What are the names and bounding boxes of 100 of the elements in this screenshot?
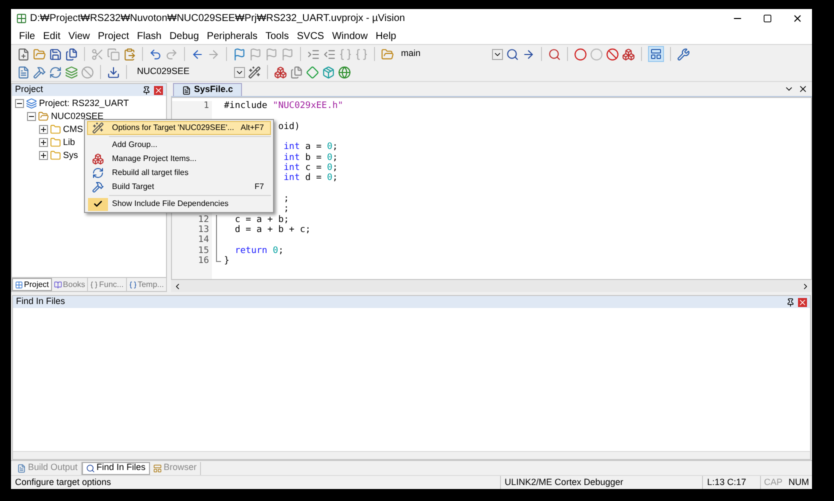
caps-indicator: CAP bbox=[760, 476, 786, 490]
code-line: d = a + b + c; bbox=[234, 225, 311, 236]
build-icon bbox=[92, 181, 104, 193]
pin-icon[interactable] bbox=[786, 298, 795, 306]
zoom-icon[interactable] bbox=[548, 48, 561, 60]
code-line: int c = 0; bbox=[284, 163, 338, 174]
close-icon[interactable] bbox=[798, 84, 808, 94]
blocks-icon[interactable] bbox=[274, 66, 287, 78]
find-combo[interactable]: main bbox=[397, 46, 489, 62]
code-line: #include "NUC029xEE.h" bbox=[224, 101, 344, 111]
folder-icon bbox=[50, 137, 61, 148]
code-line: c = a + b; bbox=[234, 214, 290, 225]
menu-item[interactable]: File bbox=[15, 28, 40, 44]
tree-item[interactable]: CMS bbox=[63, 122, 83, 136]
menu-item[interactable]: Edit bbox=[39, 28, 64, 44]
menu-item[interactable]: Tools bbox=[262, 28, 293, 44]
rebuild-icon[interactable] bbox=[49, 66, 62, 78]
braces-icon bbox=[128, 280, 137, 288]
output-icon bbox=[17, 464, 26, 472]
indent-icon[interactable] bbox=[307, 48, 320, 60]
check-icon bbox=[93, 199, 103, 209]
tree-item[interactable]: NUC029SEE bbox=[51, 110, 104, 124]
code-line: int a = 0; bbox=[284, 142, 338, 152]
incremental-find-icon[interactable] bbox=[522, 48, 535, 60]
window-title: D:₩Project₩RS232₩Nuvoton₩NUC029SEE₩Prj₩RS232_UART.uvprojx - µVision bbox=[30, 12, 405, 26]
settings-icon[interactable] bbox=[677, 48, 690, 60]
paste-icon[interactable] bbox=[123, 48, 136, 60]
project-icon bbox=[15, 280, 23, 288]
collapse-toggle[interactable] bbox=[15, 99, 24, 108]
expand-toggle[interactable] bbox=[39, 151, 48, 160]
blocks-icon[interactable] bbox=[622, 48, 635, 60]
panel-tab[interactable]: Temp... bbox=[126, 278, 167, 291]
bookmark-icon[interactable] bbox=[233, 48, 246, 60]
menu-item[interactable]: View bbox=[64, 28, 94, 44]
menu-item[interactable]: SVCS bbox=[292, 28, 328, 44]
line-number: 1 bbox=[204, 101, 209, 111]
menu-item[interactable]: Window bbox=[328, 28, 372, 44]
panel-tab[interactable]: Project bbox=[12, 278, 52, 291]
globe-icon[interactable] bbox=[338, 66, 351, 78]
batch-build-icon[interactable] bbox=[65, 66, 78, 78]
tree-item[interactable]: Lib bbox=[63, 136, 76, 150]
back-icon[interactable] bbox=[191, 48, 204, 60]
breakpoint-icon[interactable] bbox=[574, 48, 587, 60]
code-line: return 0; bbox=[234, 246, 284, 256]
pin-icon[interactable] bbox=[142, 86, 151, 94]
editor-tab[interactable]: SysFile.c bbox=[173, 83, 242, 96]
context-menu-item[interactable]: Options for Target 'NUC029SEE'... Alt+F7 bbox=[87, 121, 271, 135]
save-all-icon[interactable] bbox=[65, 48, 78, 60]
code-line: ; bbox=[284, 194, 290, 204]
tree-item[interactable]: Project: RS232_UART bbox=[39, 96, 129, 110]
status-debugger: ULINK2/ME Cortex Debugger bbox=[500, 476, 702, 490]
project-icon bbox=[26, 98, 37, 109]
panel-tab[interactable]: Find In Files bbox=[82, 462, 150, 474]
collapse-toggle[interactable] bbox=[27, 112, 36, 121]
expand-toggle[interactable] bbox=[39, 138, 48, 147]
panel-tab[interactable]: Func... bbox=[88, 278, 127, 291]
save-icon[interactable] bbox=[49, 48, 62, 60]
target-combo[interactable]: NUC029SEE bbox=[133, 64, 231, 80]
build-icon[interactable] bbox=[33, 66, 46, 78]
scroll-right-icon[interactable] bbox=[801, 282, 810, 290]
compile-icon[interactable] bbox=[17, 66, 30, 78]
find-in-files-icon[interactable] bbox=[381, 48, 394, 60]
context-menu-item[interactable]: Show Include File Dependencies bbox=[87, 197, 271, 211]
wand-icon[interactable] bbox=[248, 66, 261, 78]
menu-item[interactable]: Flash bbox=[132, 28, 166, 44]
search-icon bbox=[86, 464, 95, 472]
code-line: oid) bbox=[278, 122, 300, 132]
expand-toggle[interactable] bbox=[39, 125, 48, 134]
menu-item[interactable]: Help bbox=[372, 28, 400, 44]
close-icon bbox=[792, 13, 802, 24]
search-icon[interactable] bbox=[506, 48, 519, 60]
menu-item[interactable]: Peripherals bbox=[202, 28, 262, 44]
horizontal-scrollbar[interactable] bbox=[13, 451, 810, 459]
diamond-icon[interactable] bbox=[306, 66, 319, 78]
tree-item[interactable]: Sys bbox=[63, 148, 78, 162]
window-layout-button[interactable] bbox=[648, 46, 664, 62]
new-file-icon[interactable] bbox=[17, 48, 30, 60]
download-icon[interactable] bbox=[107, 66, 120, 78]
line-number: 15 bbox=[198, 246, 209, 256]
outdent-icon[interactable] bbox=[323, 48, 336, 60]
blocks-icon bbox=[92, 153, 104, 165]
menu-item[interactable]: Project bbox=[94, 28, 133, 44]
line-number: 14 bbox=[198, 235, 209, 246]
book-icon bbox=[54, 280, 62, 288]
menu-item[interactable]: Debug bbox=[165, 28, 203, 44]
status-message: Configure target options bbox=[14, 476, 112, 489]
app-icon bbox=[16, 13, 27, 24]
package-icon[interactable] bbox=[322, 66, 335, 78]
rebuild-icon bbox=[92, 167, 104, 179]
horizontal-scrollbar[interactable] bbox=[171, 280, 812, 292]
line-number: 13 bbox=[198, 225, 209, 236]
undo-icon[interactable] bbox=[149, 48, 162, 60]
disable-icon[interactable] bbox=[606, 48, 619, 60]
num-indicator: NUM bbox=[788, 476, 810, 489]
code-line: int b = 0; bbox=[284, 152, 338, 163]
browser-icon bbox=[152, 464, 162, 472]
panel-tab[interactable]: Books bbox=[52, 278, 88, 291]
scroll-left-icon[interactable] bbox=[173, 282, 182, 290]
panel-title: Find In Files bbox=[16, 295, 66, 308]
files-icon[interactable] bbox=[290, 66, 303, 78]
